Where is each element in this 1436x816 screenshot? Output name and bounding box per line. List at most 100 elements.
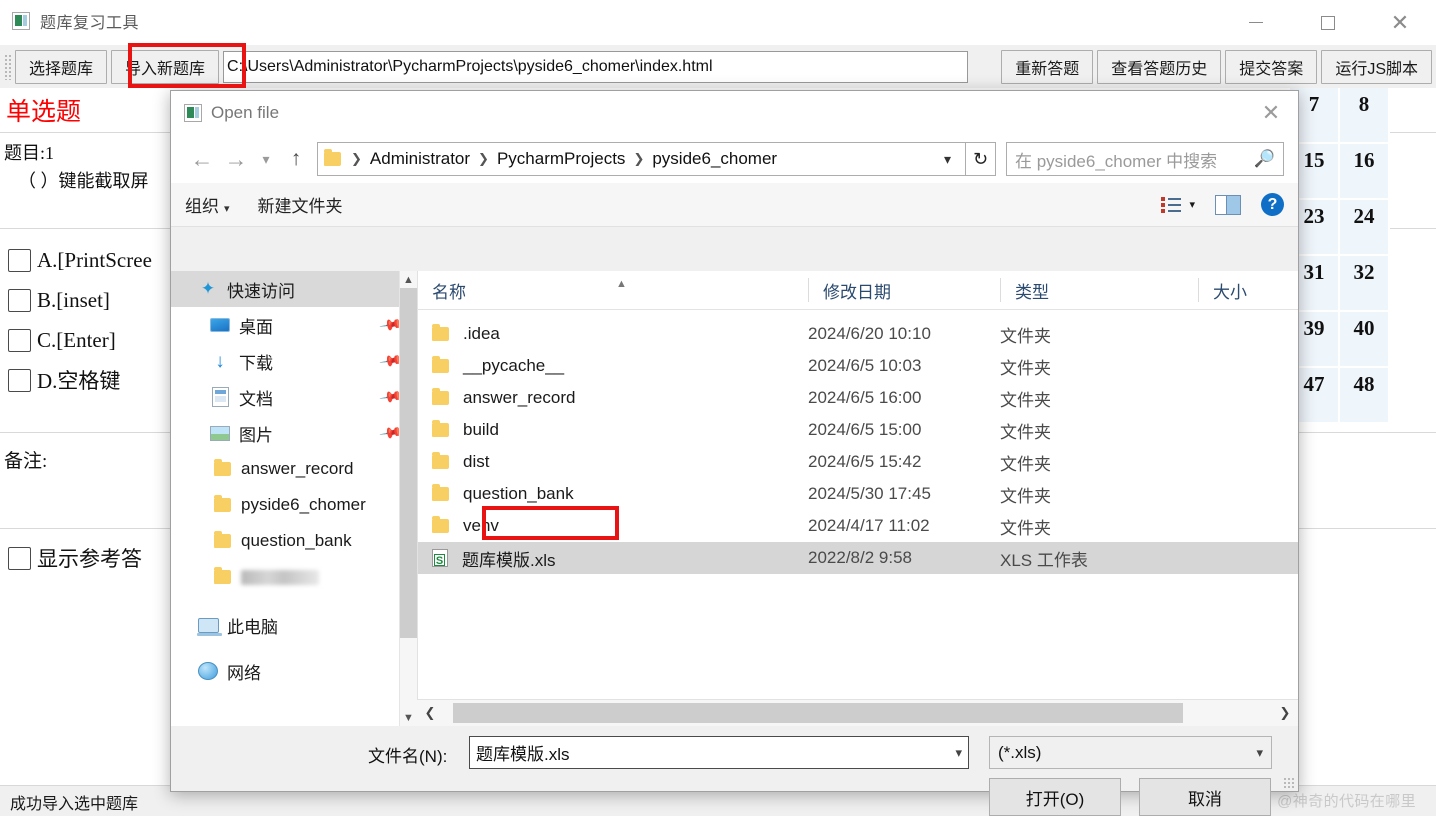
option-checkbox-d[interactable] — [8, 368, 31, 392]
option-row[interactable]: C.[Enter] — [8, 320, 152, 360]
sidebar-item-label: question_bank — [241, 531, 352, 550]
sidebar-scrollbar[interactable]: ▲ ▼ — [399, 271, 417, 726]
table-row[interactable]: build 2024/6/5 15:00 文件夹 — [418, 414, 1298, 446]
file-name-cell: venv — [418, 516, 808, 536]
column-header-size[interactable]: 大小 — [1198, 278, 1288, 302]
toolbar-drag-handle[interactable] — [4, 53, 12, 80]
sidebar-item-quick-access[interactable]: ✦ 快速访问 — [171, 271, 417, 307]
table-row[interactable]: __pycache__ 2024/6/5 10:03 文件夹 — [418, 350, 1298, 382]
new-folder-button[interactable]: 新建文件夹 — [258, 192, 343, 217]
organize-button[interactable]: 组织 ▾ — [185, 192, 230, 217]
option-row[interactable]: D.空格键 — [8, 360, 152, 400]
chevron-down-icon[interactable]: ▾ — [955, 745, 962, 761]
dialog-title-group: Open file — [184, 103, 279, 123]
bank-path-input[interactable]: C:\Users\Administrator\PycharmProjects\p… — [223, 50, 969, 83]
dialog-close-button[interactable]: ✕ — [1244, 91, 1298, 135]
preview-pane-icon[interactable] — [1215, 194, 1241, 215]
option-row[interactable]: B.[inset] — [8, 280, 152, 320]
breadcrumb-dropdown-icon[interactable]: ▾ — [936, 151, 959, 168]
file-list-horizontal-scrollbar[interactable]: ❮ ❯ — [417, 699, 1298, 726]
select-bank-button[interactable]: 选择题库 — [15, 49, 108, 84]
option-label-b: B.[inset] — [37, 287, 110, 312]
sidebar-item-documents[interactable]: 文档 📌 — [171, 379, 417, 415]
submit-answer-button[interactable]: 提交答案 — [1225, 49, 1318, 84]
horizontal-scroll-track[interactable] — [443, 700, 1272, 726]
search-input[interactable]: 在 pyside6_chomer 中搜索 🔍 — [1006, 142, 1284, 176]
chevron-down-icon[interactable]: ▾ — [1256, 745, 1263, 761]
table-row[interactable]: .idea 2024/6/20 10:10 文件夹 — [418, 318, 1298, 350]
help-icon[interactable]: ? — [1261, 193, 1284, 216]
number-cell[interactable]: 16 — [1340, 144, 1390, 200]
column-header-name[interactable]: 名称 ▲ — [418, 278, 808, 302]
horizontal-scroll-thumb[interactable] — [453, 703, 1183, 723]
show-answer-checkbox[interactable] — [8, 546, 31, 570]
sidebar-item-pyside6-chomer[interactable]: pyside6_chomer — [171, 487, 417, 523]
answer-history-button[interactable]: 查看答题历史 — [1097, 49, 1222, 84]
file-name-cell: build — [418, 420, 808, 440]
table-row[interactable]: question_bank 2024/5/30 17:45 文件夹 — [418, 478, 1298, 510]
table-row[interactable]: venv 2024/4/17 11:02 文件夹 — [418, 510, 1298, 542]
show-answer-row[interactable]: 显示参考答 — [8, 543, 142, 573]
table-row[interactable]: 题库模版.xls 2022/8/2 9:58 XLS 工作表 — [418, 542, 1298, 574]
run-js-script-button[interactable]: 运行JS脚本 — [1321, 49, 1432, 84]
close-button[interactable]: ✕ — [1364, 0, 1436, 45]
import-bank-button[interactable]: 导入新题库 — [111, 49, 220, 84]
sidebar-item-label: answer_record — [241, 459, 354, 478]
sidebar-item-this-pc[interactable]: 此电脑 — [171, 607, 417, 643]
open-button[interactable]: 打开(O) — [989, 778, 1121, 816]
table-row[interactable]: answer_record 2024/6/5 16:00 文件夹 — [418, 382, 1298, 414]
option-row[interactable]: A.[PrintScree — [8, 240, 152, 280]
sidebar-item-blurred[interactable] — [171, 559, 417, 595]
file-name: build — [463, 420, 499, 439]
back-arrow-icon: ← — [190, 145, 214, 172]
number-grid-row: 39 40 — [1290, 312, 1392, 368]
option-checkbox-b[interactable] — [8, 288, 31, 312]
redo-quiz-button[interactable]: 重新答题 — [1001, 49, 1094, 84]
option-checkbox-c[interactable] — [8, 328, 31, 352]
number-cell[interactable]: 8 — [1340, 88, 1390, 144]
refresh-button[interactable]: ↻ — [966, 142, 996, 176]
forward-button[interactable]: → — [219, 142, 253, 176]
close-icon: ✕ — [1390, 9, 1410, 35]
table-row[interactable]: dist 2024/6/5 15:42 文件夹 — [418, 446, 1298, 478]
folder-icon — [432, 420, 449, 437]
maximize-button[interactable] — [1292, 0, 1364, 45]
breadcrumb-item-pycharmprojects[interactable]: PycharmProjects — [495, 149, 627, 169]
app-logo-icon — [12, 12, 30, 30]
column-header-date[interactable]: 修改日期 — [808, 278, 1000, 302]
breadcrumb-item-administrator[interactable]: Administrator — [368, 149, 472, 169]
folder-icon — [432, 484, 449, 501]
scroll-down-icon[interactable]: ▼ — [400, 709, 417, 726]
sidebar-item-downloads[interactable]: ↓ 下载 📌 — [171, 343, 417, 379]
breadcrumb-bar[interactable]: ❯ Administrator ❯ PycharmProjects ❯ pysi… — [317, 142, 966, 176]
sidebar-item-network[interactable]: 网络 — [171, 653, 417, 689]
sidebar-item-pictures[interactable]: 图片 📌 — [171, 415, 417, 451]
number-cell[interactable]: 24 — [1340, 200, 1390, 256]
up-one-level-button[interactable]: ↑ — [279, 142, 313, 176]
scroll-up-icon[interactable]: ▲ — [400, 271, 417, 288]
file-name: venv — [463, 516, 499, 535]
sidebar-item-answer-record[interactable]: answer_record — [171, 451, 417, 487]
download-icon: ↓ — [215, 350, 225, 372]
minimize-button[interactable] — [1220, 0, 1292, 45]
sidebar-item-question-bank[interactable]: question_bank — [171, 523, 417, 559]
dialog-resize-grip[interactable] — [1283, 777, 1295, 789]
filename-input[interactable]: 题库模版.xls ▾ — [469, 736, 969, 769]
sidebar-item-desktop[interactable]: 桌面 📌 — [171, 307, 417, 343]
recent-locations-button[interactable]: ▾ — [253, 142, 279, 176]
scroll-left-icon[interactable]: ❮ — [417, 700, 443, 726]
folder-icon — [432, 516, 449, 533]
breadcrumb-item-pyside6-chomer[interactable]: pyside6_chomer — [650, 149, 779, 169]
cancel-button[interactable]: 取消 — [1139, 778, 1271, 816]
back-button[interactable]: ← — [185, 142, 219, 176]
filetype-select[interactable]: (*.xls) ▾ — [989, 736, 1272, 769]
column-header-type[interactable]: 类型 — [1000, 278, 1198, 302]
option-checkbox-a[interactable] — [8, 248, 31, 272]
number-cell[interactable]: 48 — [1340, 368, 1390, 424]
number-cell[interactable]: 40 — [1340, 312, 1390, 368]
scroll-right-icon[interactable]: ❯ — [1272, 700, 1298, 726]
app-title-group: 题库复习工具 — [12, 9, 139, 33]
sidebar-scroll-thumb[interactable] — [400, 288, 417, 638]
view-mode-button[interactable]: ▾ — [1161, 196, 1195, 214]
number-cell[interactable]: 32 — [1340, 256, 1390, 312]
